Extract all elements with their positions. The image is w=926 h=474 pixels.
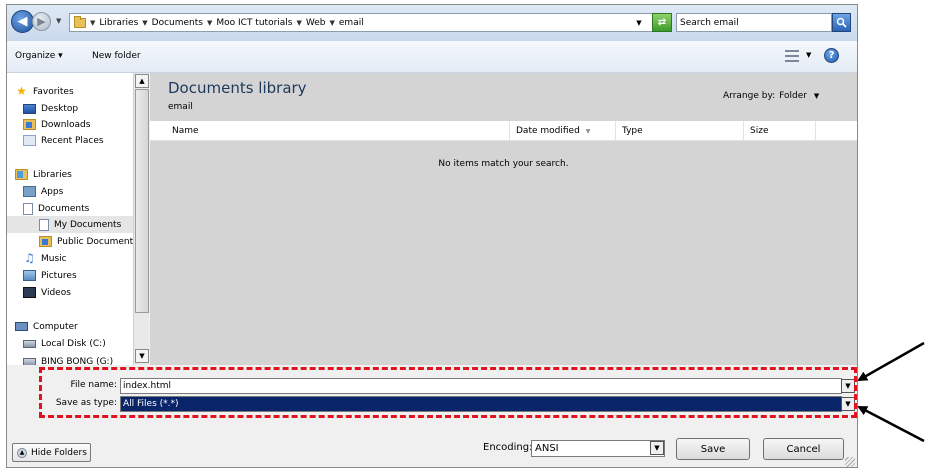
breadcrumb-item[interactable]: ▼ email bbox=[330, 18, 364, 28]
chevron-down-icon: ▼ bbox=[813, 92, 820, 100]
computer-icon bbox=[15, 322, 28, 331]
search-icon[interactable] bbox=[832, 13, 851, 32]
file-list-pane: Documents library email Arrange by: Folde… bbox=[150, 73, 857, 365]
pictures-icon bbox=[23, 270, 36, 281]
sort-icon: ▼ bbox=[585, 127, 591, 135]
back-button[interactable]: ◀ bbox=[11, 10, 34, 33]
nav-favorites[interactable]: ★ Favorites bbox=[15, 83, 74, 100]
scroll-thumb[interactable] bbox=[135, 89, 149, 313]
breadcrumb-item[interactable]: ▼ Libraries bbox=[90, 18, 138, 28]
cancel-button[interactable]: Cancel bbox=[763, 438, 844, 460]
nav-local-disk[interactable]: Local Disk (C:) bbox=[23, 335, 106, 352]
save-fields: File name: ▼ Save as type: All Files (*.… bbox=[7, 365, 857, 425]
arrange-by-value: Folder bbox=[779, 91, 807, 101]
encoding-label: Encoding: bbox=[483, 442, 533, 453]
videos-icon bbox=[23, 287, 36, 298]
breadcrumb-item[interactable]: ▼ Web bbox=[296, 18, 325, 28]
arrange-by[interactable]: Arrange by: Folder ▼ bbox=[723, 91, 819, 101]
help-icon[interactable]: ? bbox=[824, 48, 839, 63]
column-size[interactable]: Size bbox=[744, 121, 816, 141]
nav-apps[interactable]: Apps bbox=[23, 183, 63, 200]
navigation-pane: ★ Favorites Desktop Downloads Recent Plac… bbox=[7, 73, 149, 365]
folder-icon bbox=[39, 236, 52, 247]
arrange-by-label: Arrange by: bbox=[723, 91, 776, 101]
nav-libraries[interactable]: Libraries bbox=[15, 166, 72, 183]
nav-my-documents[interactable]: My Documents bbox=[7, 216, 133, 233]
desktop-icon bbox=[23, 103, 36, 114]
save-as-type-select[interactable]: All Files (*.*) bbox=[120, 396, 842, 412]
scroll-up-icon[interactable]: ▲ bbox=[135, 74, 149, 88]
nav-recent-places[interactable]: Recent Places bbox=[23, 132, 104, 149]
nav-downloads[interactable]: Downloads bbox=[23, 116, 90, 133]
save-as-dialog: ◀ ▶ ▼ ▼ Libraries ▼ Documents ▼ Moo ICT tut… bbox=[6, 4, 858, 468]
file-name-dropdown-icon[interactable]: ▼ bbox=[841, 379, 855, 393]
command-bar: Organize ▾ New folder ▼ ? bbox=[7, 41, 857, 73]
document-icon bbox=[39, 218, 49, 231]
star-icon: ★ bbox=[16, 84, 27, 98]
empty-message: No items match your search. bbox=[438, 159, 569, 169]
breadcrumb[interactable]: ▼ Libraries ▼ Documents ▼ Moo ICT tutorials… bbox=[69, 13, 671, 32]
downloads-icon bbox=[23, 119, 36, 130]
encoding-select[interactable]: ANSI bbox=[531, 440, 665, 457]
encoding-dropdown-icon[interactable]: ▼ bbox=[650, 441, 664, 455]
file-name-label: File name: bbox=[70, 380, 117, 390]
chevron-right-icon: ▼ bbox=[90, 18, 96, 27]
chevron-right-icon: ▼ bbox=[206, 18, 213, 27]
arrow-save-type bbox=[857, 405, 925, 443]
chevron-right-icon: ▼ bbox=[142, 18, 148, 27]
save-as-type-dropdown-icon[interactable]: ▼ bbox=[841, 397, 855, 411]
nav-documents[interactable]: Documents bbox=[23, 200, 89, 217]
drive-icon bbox=[23, 339, 36, 348]
folder-icon bbox=[74, 15, 86, 28]
nav-desktop[interactable]: Desktop bbox=[23, 100, 78, 117]
save-as-type-label: Save as type: bbox=[55, 398, 117, 408]
nav-pictures[interactable]: Pictures bbox=[23, 267, 77, 284]
address-dropdown-icon[interactable]: ▼ bbox=[629, 13, 649, 32]
file-name-input[interactable] bbox=[120, 378, 842, 394]
search-input[interactable] bbox=[676, 13, 832, 32]
breadcrumb-item[interactable]: ▼ Moo ICT tutorials bbox=[207, 18, 293, 28]
column-header: Name Date modified ▼ Type Size bbox=[150, 121, 857, 141]
organize-button[interactable]: Organize ▾ bbox=[15, 51, 63, 61]
music-icon: ♫ bbox=[24, 251, 35, 265]
resize-grip-icon[interactable] bbox=[845, 457, 855, 467]
view-dropdown-icon[interactable]: ▼ bbox=[806, 51, 811, 59]
save-button[interactable]: Save bbox=[676, 438, 750, 460]
column-type[interactable]: Type bbox=[616, 121, 744, 141]
refresh-icon[interactable]: ⇄ bbox=[652, 13, 672, 32]
nav-videos[interactable]: Videos bbox=[23, 284, 71, 301]
recent-pages-dropdown[interactable]: ▼ bbox=[56, 17, 61, 25]
drive-icon bbox=[23, 357, 36, 365]
nav-scrollbar[interactable]: ▲ ▼ bbox=[133, 73, 149, 365]
library-subtitle: email bbox=[168, 102, 193, 112]
nav-computer[interactable]: Computer bbox=[15, 318, 78, 335]
apps-icon bbox=[23, 186, 36, 197]
arrow-file-name bbox=[857, 341, 925, 382]
address-bar: ◀ ▶ ▼ ▼ Libraries ▼ Documents ▼ Moo ICT tut… bbox=[7, 5, 857, 41]
column-date-modified[interactable]: Date modified ▼ bbox=[510, 121, 616, 141]
nav-public-documents[interactable]: Public Documents bbox=[39, 233, 138, 250]
breadcrumb-item[interactable]: ▼ Documents bbox=[142, 18, 203, 28]
nav-usb-drive[interactable]: BING BONG (G:) bbox=[23, 353, 113, 365]
scroll-down-icon[interactable]: ▼ bbox=[135, 349, 149, 363]
recent-places-icon bbox=[23, 135, 36, 146]
new-folder-button[interactable]: New folder bbox=[92, 51, 141, 61]
forward-button[interactable]: ▶ bbox=[32, 12, 51, 31]
libraries-icon bbox=[15, 169, 28, 180]
chevron-up-icon: ▲ bbox=[17, 447, 27, 458]
dialog-footer: ▲ Hide Folders Encoding: ANSI ▼ Save Can… bbox=[7, 425, 857, 467]
column-name[interactable]: Name bbox=[150, 121, 510, 141]
chevron-right-icon: ▼ bbox=[296, 18, 302, 27]
nav-music[interactable]: ♫ Music bbox=[23, 250, 67, 267]
hide-folders-button[interactable]: ▲ Hide Folders bbox=[12, 443, 91, 462]
view-options-icon[interactable] bbox=[785, 50, 799, 62]
chevron-right-icon: ▼ bbox=[329, 18, 335, 27]
library-title: Documents library bbox=[168, 79, 307, 97]
document-icon bbox=[23, 202, 33, 215]
